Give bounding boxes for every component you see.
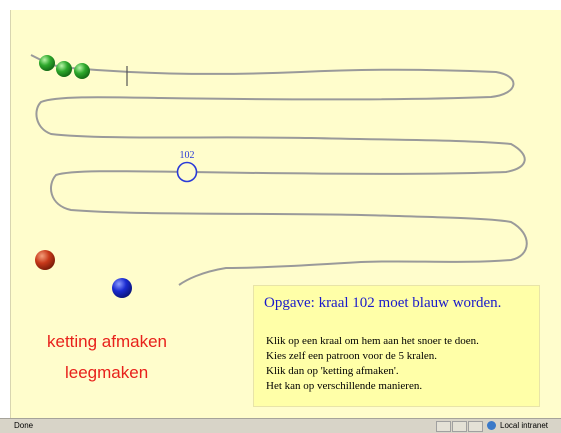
red-bead[interactable] (35, 250, 55, 270)
green-bead (56, 61, 72, 77)
task-panel: Opgave: kraal 102 moet blauw worden. Kli… (253, 285, 540, 407)
target-slot[interactable] (176, 161, 198, 183)
green-bead (74, 63, 90, 79)
instruction-line: Klik dan op 'ketting afmaken'. (266, 365, 399, 377)
blue-bead[interactable] (112, 278, 132, 298)
target-slot-label: 102 (180, 150, 195, 161)
status-cell (436, 421, 451, 432)
status-cell (452, 421, 467, 432)
instruction-line: Kies zelf een patroon voor de 5 kralen. (266, 350, 438, 362)
instruction-line: Het kan op verschillende manieren. (266, 380, 423, 392)
finish-necklace-button[interactable]: ketting afmaken (47, 332, 167, 352)
instruction-line: Klik op een kraal om hem aan het snoer t… (266, 335, 479, 347)
bead-string (30, 54, 528, 286)
status-cell (468, 421, 483, 432)
game-stage: 102 ketting afmaken leegmaken Opgave: kr… (10, 10, 561, 418)
green-bead (39, 55, 55, 71)
zone-text: Local intranet (500, 421, 549, 430)
intranet-zone-icon (487, 421, 496, 430)
status-bar: Done Local intranet (0, 418, 561, 433)
status-text: Done (14, 421, 34, 430)
task-title: Opgave: kraal 102 moet blauw worden. (264, 295, 502, 311)
task-instructions: Klik op een kraal om hem aan het snoer t… (266, 334, 479, 394)
clear-button[interactable]: leegmaken (65, 363, 148, 383)
